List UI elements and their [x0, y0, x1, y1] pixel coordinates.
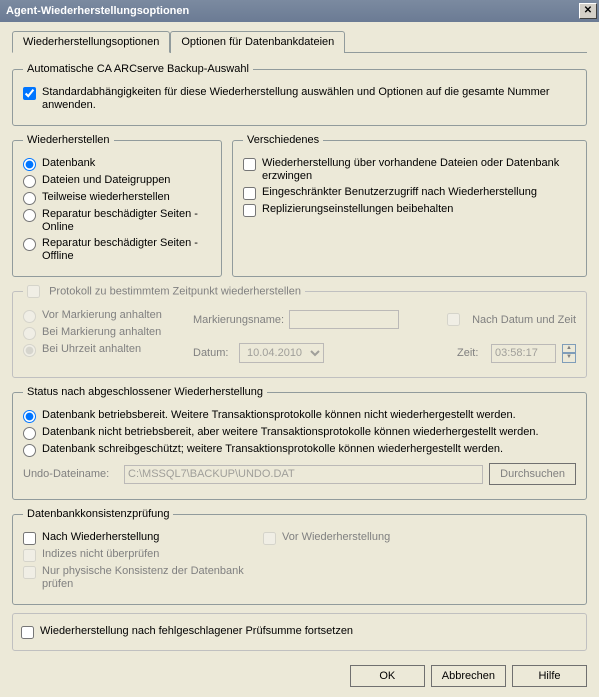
group-pit: Protokoll zu bestimmtem Zeitpunkt wieder… [12, 285, 587, 378]
chk-keep-replication[interactable] [243, 204, 256, 217]
radio-before-mark [23, 310, 36, 323]
radio-db-notready[interactable] [23, 427, 36, 440]
chk-force-overwrite[interactable] [243, 158, 256, 171]
radio-db-readonly[interactable] [23, 444, 36, 457]
radio-restore-repair-offline[interactable] [23, 238, 36, 251]
lbl-keep-replication: Replizierungseinstellungen beibehalten [262, 203, 453, 216]
lbl-after-datetime: Nach Datum und Zeit [472, 314, 576, 326]
radio-restore-db[interactable] [23, 158, 36, 171]
dialog-button-bar: OK Abbrechen Hilfe [12, 659, 587, 687]
lbl-dbcc-physonly: Nur physische Konsistenz der Datenbank p… [42, 565, 263, 591]
radio-at-mark [23, 327, 36, 340]
chk-dbcc-physonly [23, 566, 36, 579]
chk-dbcc-after[interactable] [23, 532, 36, 545]
radio-restore-repair-online[interactable] [23, 209, 36, 222]
group-auto-legend: Automatische CA ARCserve Backup-Auswahl [23, 63, 253, 75]
group-restore-legend: Wiederherstellen [23, 134, 114, 146]
lbl-dbcc-after: Nach Wiederherstellung [42, 531, 159, 544]
title-bar: Agent-Wiederherstellungsoptionen ✕ [0, 0, 599, 22]
ok-button[interactable]: OK [350, 665, 425, 687]
lbl-db-notready: Datenbank nicht betriebsbereit, aber wei… [42, 426, 539, 439]
help-button[interactable]: Hilfe [512, 665, 587, 687]
chk-restricted-access[interactable] [243, 187, 256, 200]
cancel-button[interactable]: Abbrechen [431, 665, 506, 687]
radio-restore-files[interactable] [23, 175, 36, 188]
chk-pit [27, 285, 40, 298]
lbl-force-overwrite: Wiederherstellung über vorhandene Dateie… [262, 157, 576, 183]
group-dbcc: Datenbankkonsistenzprüfung Nach Wiederhe… [12, 508, 587, 605]
lbl-at-time: Bei Uhrzeit anhalten [42, 343, 141, 356]
tab-strip: Wiederherstellungsoptionen Optionen für … [12, 30, 587, 53]
lbl-undo-file: Undo-Dateiname: [23, 468, 118, 480]
lbl-auto-defaults: Standardabhängigkeiten für diese Wiederh… [42, 86, 576, 112]
input-date: 10.04.2010 [239, 343, 324, 363]
radio-restore-partial[interactable] [23, 192, 36, 205]
chk-dbcc-noindex [23, 549, 36, 562]
lbl-restricted-access: Eingeschränkter Benutzerzugriff nach Wie… [262, 186, 537, 199]
lbl-before-mark: Vor Markierung anhalten [42, 309, 162, 322]
group-pit-legend: Protokoll zu bestimmtem Zeitpunkt wieder… [23, 285, 305, 298]
lbl-restore-files: Dateien und Dateigruppen [42, 174, 170, 187]
group-recovery-legend: Status nach abgeschlossener Wiederherste… [23, 386, 267, 398]
chk-after-datetime [447, 313, 460, 326]
tab-restore-options[interactable]: Wiederherstellungsoptionen [12, 31, 170, 53]
group-dbcc-legend: Datenbankkonsistenzprüfung [23, 508, 173, 520]
radio-at-time [23, 344, 36, 357]
chk-dbcc-before [263, 532, 276, 545]
chk-auto-defaults[interactable] [23, 87, 36, 100]
lbl-time: Zeit: [457, 347, 485, 359]
radio-db-ready[interactable] [23, 410, 36, 423]
close-button[interactable]: ✕ [579, 3, 597, 19]
lbl-db-ready: Datenbank betriebsbereit. Weitere Transa… [42, 409, 516, 422]
lbl-dbcc-before: Vor Wiederherstellung [282, 531, 390, 544]
chk-continue-checksum[interactable] [21, 626, 34, 639]
lbl-continue-checksum: Wiederherstellung nach fehlgeschlagener … [40, 625, 353, 638]
lbl-dbcc-noindex: Indizes nicht überprüfen [42, 548, 159, 561]
lbl-date: Datum: [193, 347, 233, 359]
lbl-at-mark: Bei Markierung anhalten [42, 326, 161, 339]
input-markname [289, 310, 399, 329]
group-checksum: Wiederherstellung nach fehlgeschlagener … [12, 613, 587, 651]
time-spinner: ▲▼ [562, 344, 576, 363]
lbl-restore-repair-online: Reparatur beschädigter Seiten - Online [42, 208, 211, 234]
group-restore: Wiederherstellen Datenbank Dateien und D… [12, 134, 222, 277]
input-time [491, 344, 556, 363]
input-undo-file [124, 465, 483, 484]
group-recovery-state: Status nach abgeschlossener Wiederherste… [12, 386, 587, 500]
lbl-restore-partial: Teilweise wiederherstellen [42, 191, 170, 204]
lbl-db-readonly: Datenbank schreibgeschützt; weitere Tran… [42, 443, 503, 456]
lbl-markname: Markierungsname: [193, 314, 283, 326]
tab-dbfile-options[interactable]: Optionen für Datenbankdateien [170, 31, 345, 53]
group-misc-legend: Verschiedenes [243, 134, 323, 146]
group-auto-select: Automatische CA ARCserve Backup-Auswahl … [12, 63, 587, 126]
lbl-restore-repair-offline: Reparatur beschädigter Seiten - Offline [42, 237, 211, 263]
lbl-restore-db: Datenbank [42, 157, 95, 170]
group-misc: Verschiedenes Wiederherstellung über vor… [232, 134, 587, 277]
window-title: Agent-Wiederherstellungsoptionen [6, 5, 189, 17]
browse-button: Durchsuchen [489, 463, 576, 485]
